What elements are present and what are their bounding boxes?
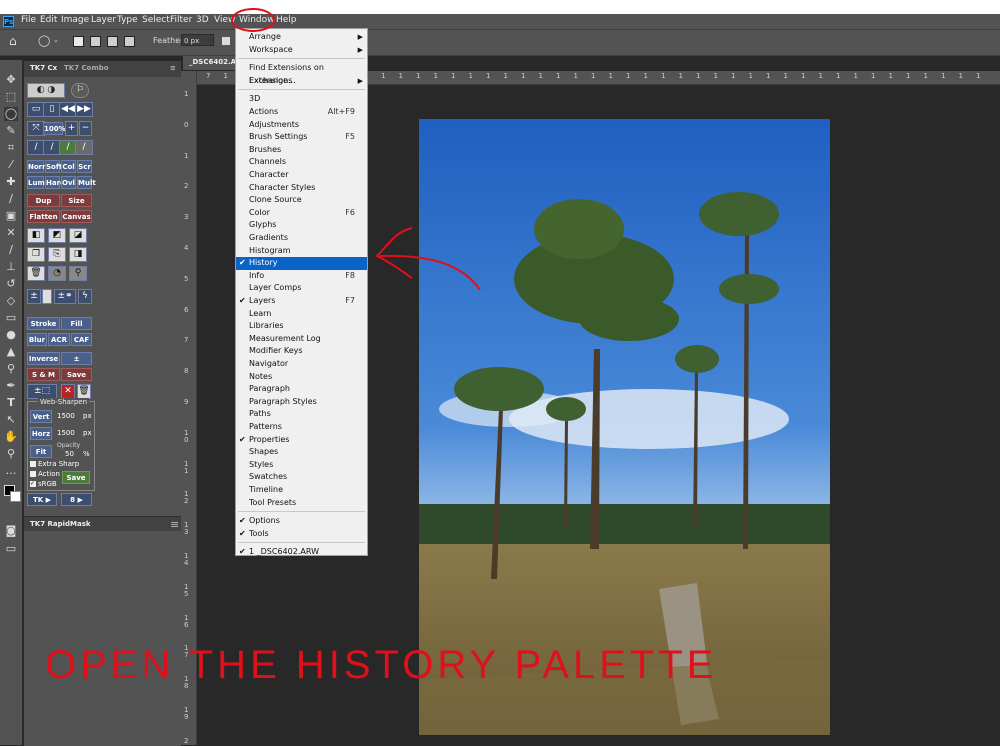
arrow-shaft-annotation <box>379 254 481 291</box>
annotation-text: OPEN THE HISTORY PALETTE <box>45 643 718 687</box>
annotation-overlay <box>231 8 481 291</box>
circle-annotation <box>231 8 275 32</box>
arrow-head-annotation <box>375 227 413 279</box>
